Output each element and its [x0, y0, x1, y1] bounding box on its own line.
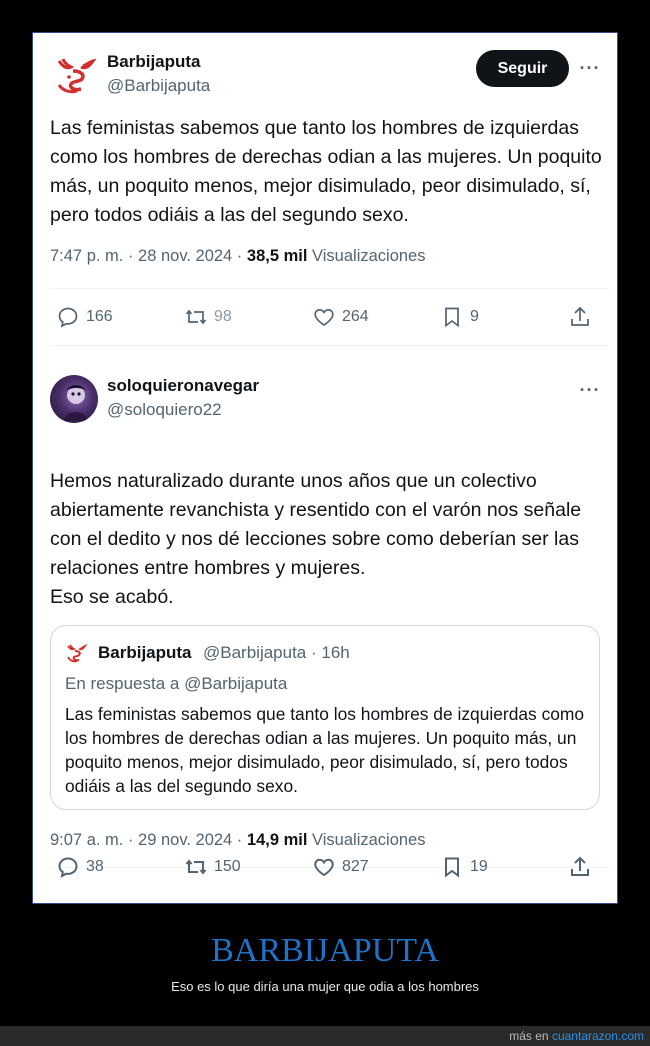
retweet-count: 150: [214, 858, 241, 875]
like-button[interactable]: 827: [312, 851, 369, 883]
quoted-reply-context: En respuesta a @Barbijaputa: [65, 674, 288, 693]
more-options-icon[interactable]: ···: [578, 381, 602, 405]
reply-count: 38: [86, 858, 104, 875]
tweet-reply: soloquieronavegar @soloquiero22 ··· Hemo…: [33, 357, 617, 903]
action-bar: 166 98 264 9: [33, 301, 617, 333]
bookmark-icon: [445, 307, 459, 328]
bookmark-button[interactable]: 19: [440, 851, 488, 883]
retweet-button[interactable]: 150: [184, 851, 241, 883]
bottom-bar: más en cuantarazon.com: [0, 1026, 650, 1046]
action-bar: 38 150 827 19: [33, 851, 617, 883]
user-avatar-icon: [64, 385, 88, 421]
divider: [49, 345, 609, 346]
views-label: Visualizaciones: [312, 247, 426, 265]
quoted-tweet[interactable]: Barbijaputa @Barbijaputa · 16h En respue…: [50, 625, 600, 810]
share-icon: [571, 856, 589, 876]
bookmark-button[interactable]: 9: [440, 301, 479, 333]
source-link[interactable]: cuantarazon.com: [552, 1029, 644, 1043]
tweet-meta: 9:07 a. m. · 29 nov. 2024 · 14,9 mil Vis…: [50, 831, 425, 850]
author-name[interactable]: soloquieronavegar: [107, 376, 259, 396]
reply-button[interactable]: 166: [56, 301, 113, 333]
share-button[interactable]: [568, 851, 598, 883]
avatar[interactable]: [51, 51, 99, 99]
meme-title: BARBIJAPUTA: [211, 932, 439, 969]
divider: [49, 288, 609, 289]
views-label: Visualizaciones: [312, 831, 426, 849]
like-button[interactable]: 264: [312, 301, 369, 333]
retweet-button[interactable]: 98: [184, 301, 232, 333]
author-handle[interactable]: @Barbijaputa: [107, 76, 210, 96]
retweet-count: 98: [214, 308, 232, 325]
like-count: 827: [342, 858, 369, 875]
like-count: 264: [342, 308, 369, 325]
quoted-author-name[interactable]: Barbijaputa: [98, 643, 192, 663]
share-button[interactable]: [568, 301, 598, 333]
source-prefix: más en: [509, 1029, 549, 1043]
quoted-tweet-text: Las feministas sabemos que tanto los hom…: [65, 704, 585, 796]
quoted-author-handle[interactable]: @Barbijaputa · 16h: [203, 643, 350, 663]
author-name[interactable]: Barbijaputa: [107, 52, 201, 72]
heart-icon: [314, 858, 334, 877]
tweet-text: Las feministas sabemos que tanto los hom…: [50, 117, 602, 226]
views-count: 14,9 mil: [246, 831, 308, 849]
bookmark-icon: [445, 857, 459, 878]
meme-subtitle: Eso es lo que diría una mujer que odia a…: [171, 979, 479, 994]
bookmark-count: 19: [470, 858, 488, 875]
screenshot-frame: Barbijaputa @Barbijaputa Seguir ··· Las …: [32, 32, 618, 904]
retweet-icon: [185, 309, 207, 325]
reply-button[interactable]: 38: [56, 851, 104, 883]
tweet-meta: 7:47 p. m. · 28 nov. 2024 · 38,5 mil Vis…: [50, 247, 425, 266]
heart-icon: [314, 308, 334, 326]
tweet-text: Hemos naturalizado durante unos años que…: [50, 470, 582, 608]
author-handle[interactable]: @soloquiero22: [107, 400, 222, 420]
tweet-timestamp[interactable]: 9:07 a. m. · 29 nov. 2024 ·: [50, 831, 242, 849]
follow-button[interactable]: Seguir: [476, 50, 569, 87]
avatar[interactable]: [50, 375, 98, 423]
share-icon: [571, 306, 589, 326]
devil-logo-icon: [57, 58, 97, 94]
devil-logo-icon: [67, 643, 88, 663]
reply-icon: [58, 857, 78, 878]
tweet-original: Barbijaputa @Barbijaputa Seguir ··· Las …: [33, 33, 617, 346]
bookmark-count: 9: [470, 308, 479, 325]
reply-count: 166: [86, 308, 113, 325]
retweet-icon: [185, 859, 207, 875]
tweet-timestamp[interactable]: 7:47 p. m. · 28 nov. 2024 ·: [50, 247, 242, 265]
more-options-icon[interactable]: ···: [578, 59, 602, 83]
reply-icon: [58, 307, 78, 328]
views-count: 38,5 mil: [246, 247, 308, 265]
source-credit: más en cuantarazon.com: [509, 1029, 644, 1043]
